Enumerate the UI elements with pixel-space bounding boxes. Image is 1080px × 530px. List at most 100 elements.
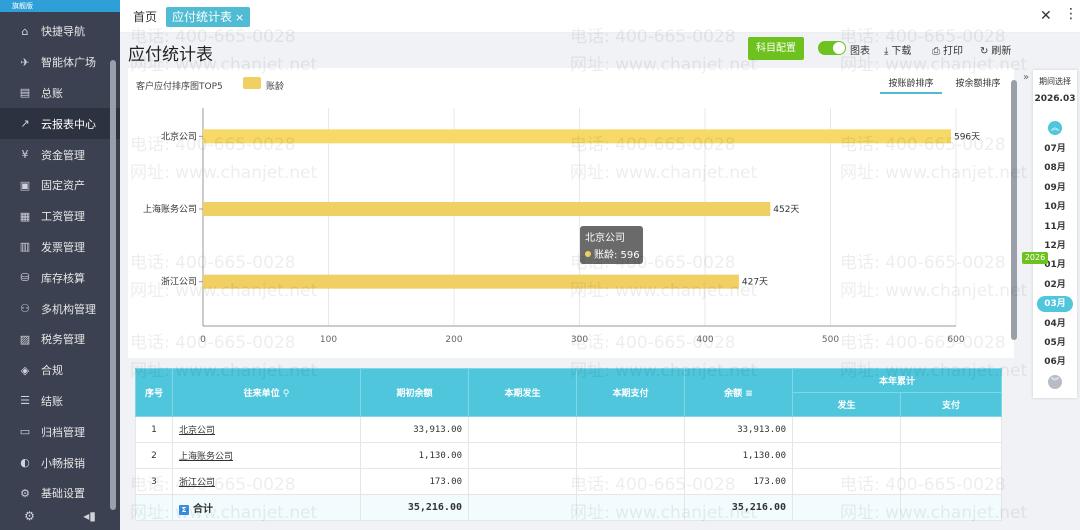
tab-home[interactable]: 首页 <box>128 7 162 27</box>
more-icon[interactable]: ⋮ <box>1064 6 1078 22</box>
download-icon: ⤓ <box>884 46 889 57</box>
archive-icon: ▭ <box>19 425 31 439</box>
sidebar-item-1[interactable]: ✈ 智能体广场 <box>0 47 120 78</box>
salary-icon: ▦ <box>19 209 31 223</box>
sidebar-item-12[interactable]: ☰ 结账 <box>0 386 120 417</box>
sidebar-item-label: 发票管理 <box>41 240 85 254</box>
sidebar-scrollbar[interactable] <box>110 60 116 510</box>
header-occurred: 本期发生 <box>468 368 577 417</box>
chart-caption: 客户应付排序图TOP5 <box>136 82 223 92</box>
party-link[interactable]: 上海账务公司 <box>172 442 361 469</box>
cell-empty <box>468 494 577 521</box>
bar[interactable] <box>203 274 739 289</box>
print-button[interactable]: ⎙ 打印 <box>932 42 963 57</box>
sidebar-item-2[interactable]: ▤ 总账 <box>0 78 120 109</box>
tax-icon: ▨ <box>19 332 31 346</box>
x-tick-label: 500 <box>822 335 839 345</box>
cell-paid <box>576 468 685 495</box>
cell-ytd-paid <box>899 416 1003 443</box>
sum-icon: Σ <box>179 505 189 515</box>
sidebar-item-label: 云报表中心 <box>41 117 96 131</box>
settings-icon: ⚙ <box>20 486 30 500</box>
month-3[interactable]: 10月 <box>1033 199 1077 212</box>
sidebar-item-7[interactable]: ▥ 发票管理 <box>0 232 120 263</box>
sidebar-item-13[interactable]: ▭ 归档管理 <box>0 416 120 447</box>
close-tab-icon[interactable]: × <box>235 11 244 24</box>
edition-badge: 旗舰版 <box>0 0 120 12</box>
period-title: 期间选择 <box>1039 77 1071 86</box>
tab-payable-stats[interactable]: 应付统计表 × <box>166 7 251 27</box>
sidebar-item-0[interactable]: ⌂ 快捷导航 <box>0 16 120 47</box>
subject-config-button[interactable]: 科目配置 <box>748 37 804 60</box>
scroll-down-icon[interactable]: ︾ <box>1048 375 1062 389</box>
sort-by-age-tab[interactable]: 按账龄排序 <box>880 76 942 94</box>
sidebar-item-14[interactable]: ◐ 小畅报销 <box>0 447 120 478</box>
close-icon[interactable]: ✕ <box>1040 8 1052 24</box>
sort-by-balance-tab[interactable]: 按余额排序 <box>946 76 1010 94</box>
legend-swatch[interactable] <box>243 77 261 89</box>
chart-toggle[interactable] <box>818 41 846 55</box>
x-tick-label: 200 <box>445 335 462 345</box>
cell-ytd-occurred <box>792 468 901 495</box>
month-2[interactable]: 09月 <box>1033 180 1077 193</box>
sidebar-item-8[interactable]: ⛁ 库存核算 <box>0 262 120 293</box>
cell-paid <box>576 416 685 443</box>
party-link[interactable]: 浙江公司 <box>172 468 361 495</box>
cell-index: 3 <box>135 468 173 495</box>
month-4[interactable]: 11月 <box>1033 219 1077 232</box>
download-button[interactable]: ⤓ 下载 <box>884 42 911 57</box>
sidebar-item-label: 合规 <box>41 364 63 378</box>
checkout-icon: ☰ <box>20 394 30 408</box>
download-label: 下载 <box>891 46 912 57</box>
sidebar-item-label: 固定资产 <box>41 179 85 193</box>
cell-empty <box>899 494 1003 521</box>
month-11[interactable]: 06月 <box>1033 354 1077 367</box>
sidebar-item-4[interactable]: ¥ 资金管理 <box>0 139 120 170</box>
sidebar-item-5[interactable]: ▣ 固定资产 <box>0 170 120 201</box>
month-0[interactable]: 07月 <box>1033 141 1077 154</box>
cell-occurred <box>468 468 577 495</box>
sidebar-item-3[interactable]: ↗ 云报表中心 <box>0 108 120 140</box>
sort-icon[interactable]: ≡ <box>745 389 753 399</box>
cell-index: 2 <box>135 442 173 469</box>
x-tick-label: 600 <box>947 335 964 345</box>
legend-label: 账龄 <box>266 82 285 92</box>
month-8[interactable]: 03月 <box>1037 296 1073 313</box>
bar[interactable] <box>203 202 771 216</box>
sidebar: 旗舰版 ⌂ 快捷导航 ✈ 智能体广场 ▤ 总账 ↗ 云报表中心 ¥ 资金管理 ▣ 固定资产 ▦ 工资管理 ▥… <box>0 0 120 530</box>
sidebar-nav: ⌂ 快捷导航 ✈ 智能体广场 ▤ 总账 ↗ 云报表中心 ¥ 资金管理 ▣ 固定资产 ▦ 工资管理 ▥ 发票管理… <box>0 16 120 509</box>
tooltip-value: 账龄: 596 <box>594 248 640 261</box>
month-7[interactable]: 02月 <box>1033 277 1077 290</box>
x-tick-label: 300 <box>571 335 588 345</box>
cell-ytd-paid <box>899 468 1003 495</box>
refresh-button[interactable]: ↻ 刷新 <box>980 42 1011 57</box>
content-scrollbar[interactable] <box>1011 80 1017 340</box>
filter-icon[interactable]: ⚲ <box>283 389 290 399</box>
month-5[interactable]: 12月 <box>1033 238 1077 251</box>
sidebar-item-6[interactable]: ▦ 工资管理 <box>0 201 120 232</box>
cell-ytd-paid <box>899 442 1003 469</box>
party-link[interactable]: 北京公司 <box>172 416 361 443</box>
header-paid: 本期支付 <box>576 368 685 417</box>
sidebar-item-label: 智能体广场 <box>41 56 96 70</box>
sidebar-item-label: 基础设置 <box>41 487 85 501</box>
sidebar-item-9[interactable]: ⚇ 多机构管理 <box>0 293 120 324</box>
category-label: 浙江公司 <box>161 276 197 288</box>
header-party[interactable]: 往来单位 ⚲ <box>172 368 361 417</box>
month-9[interactable]: 04月 <box>1033 316 1077 329</box>
tooltip-title: 北京公司 <box>585 231 625 244</box>
sidebar-footer: ⚙ ◂▮ <box>0 502 120 530</box>
collapse-panel-icon[interactable]: » <box>1023 72 1029 83</box>
month-1[interactable]: 08月 <box>1033 160 1077 173</box>
sidebar-item-11[interactable]: ◈ 合规 <box>0 355 120 386</box>
header-index: 序号 <box>135 368 173 417</box>
month-10[interactable]: 05月 <box>1033 335 1077 348</box>
header-balance[interactable]: 余额 ≡ <box>684 368 793 417</box>
bar[interactable] <box>203 129 951 144</box>
shield-icon: ◈ <box>20 363 30 377</box>
sidebar-item-10[interactable]: ▨ 税务管理 <box>0 324 120 355</box>
scroll-up-icon[interactable]: ︽ <box>1048 121 1062 135</box>
gear-icon[interactable]: ⚙ <box>24 509 35 523</box>
sidebar-item-label: 库存核算 <box>41 271 85 285</box>
collapse-sidebar-icon[interactable]: ◂▮ <box>83 509 96 523</box>
